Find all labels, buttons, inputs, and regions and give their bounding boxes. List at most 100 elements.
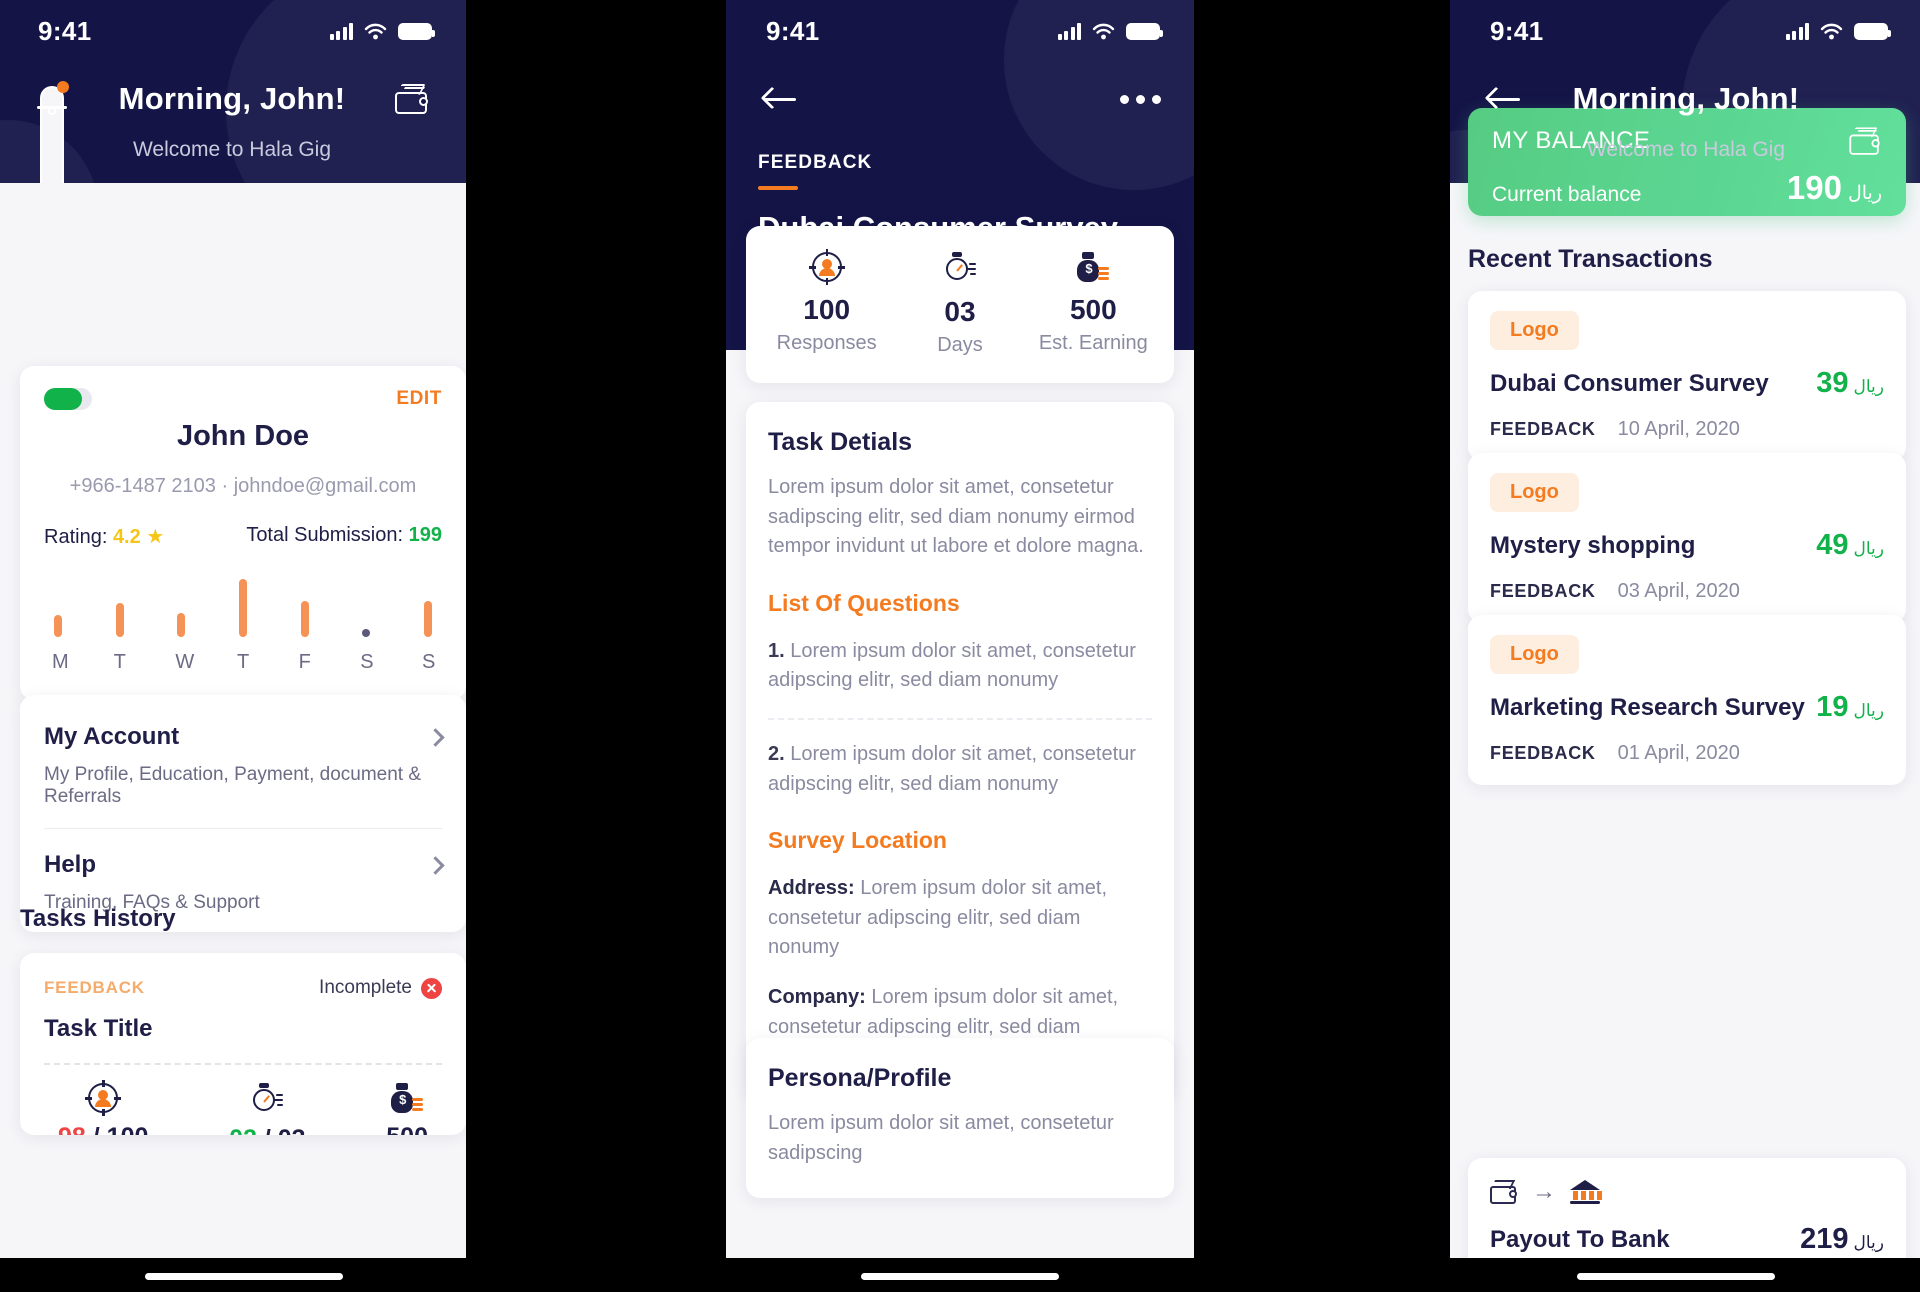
star-icon: ★ [146,526,165,548]
transaction-amount: 39 [1816,367,1849,399]
header-subtitle: Welcome to Hala Gig [132,138,332,161]
stat-days: 03 Days [893,252,1026,357]
task-details-heading: Task Detials [768,428,913,456]
more-options-icon[interactable] [1116,75,1164,123]
transaction-row[interactable]: Logo Marketing Research Survey 19 ريال F… [1468,615,1906,785]
wifi-icon [1820,23,1843,39]
sidebar-item-my-account[interactable]: My Account [44,701,445,751]
section-label: FEEDBACK [758,152,873,173]
status-bar: 9:41 [0,0,466,62]
status-text: Incomplete [319,977,412,998]
wallet-icon[interactable] [388,75,436,123]
stat-sep: / [93,1123,100,1135]
rating-block: Rating: 4.2 ★ [44,524,164,549]
battery-icon [1126,22,1163,40]
chart-bar [238,579,247,637]
currency-symbol: ريال [1853,377,1884,396]
question-number: 1. [768,639,785,662]
transaction-amount: 19 [1816,691,1849,723]
phone-mockup-dashboard: 9:41 Morning, John! Welcome to Hala Gig … [0,0,490,1292]
transaction-title: Dubai Consumer Survey [1490,369,1769,397]
submission-label: Total Submission: [246,524,404,546]
phone-mockup-task-detail: 9:41 FEEDBACK Dubai Consumer Survey 100 … [705,0,1215,1292]
persona-profile-card: Persona/Profile Lorem ipsum dolor sit am… [746,1038,1174,1199]
survey-title: Dubai Consumer Survey [758,210,1119,245]
company-label: Company: [768,985,866,1008]
current-balance-label: Current balance [1492,183,1642,206]
stat-value: 03 [944,296,976,327]
question-text: Lorem ipsum dolor sit amet, consetetur a… [768,742,1136,795]
transaction-category: FEEDBACK [1490,581,1596,601]
cellular-signal-icon [1785,22,1809,40]
screen-dashboard: 9:41 Morning, John! Welcome to Hala Gig … [0,0,466,1258]
balance-amount: 190 [1786,169,1842,206]
status-bar: 9:41 [1450,0,1920,62]
chart-x-label: W [175,651,195,673]
rating-label: Rating: [44,526,108,548]
chart-x-label: M [52,651,69,673]
address-row: Address: Lorem ipsum dolor sit amet, con… [768,874,1152,963]
submission-value: 199 [408,524,442,546]
edit-profile-button[interactable]: EDIT [396,388,442,410]
stat-sep: / [264,1125,271,1135]
transaction-row[interactable]: Logo Dubai Consumer Survey 39 ريال FEEDB… [1468,291,1906,461]
transaction-date: 03 April, 2020 [1617,580,1740,602]
task-details-paragraph: Lorem ipsum dolor sit amet, consetetur s… [768,476,1144,558]
task-stat-earning: $ 500 [386,1083,428,1135]
screen-wallet: 9:41 Morning, John! Welcome to Hala Gig … [1450,0,1920,1258]
stat-responses: 100 Responses [760,249,893,357]
task-stat-responses: 98 / 100 [58,1080,149,1135]
persona-heading: Persona/Profile [768,1064,952,1092]
home-indicator [145,1273,343,1280]
task-details-card: Task Detials Lorem ipsum dolor sit amet,… [746,402,1174,1100]
task-history-card[interactable]: FEEDBACK Incomplete Task Title $ [20,953,466,1135]
profile-contact: +966-1487 2103 · johndoe@gmail.com [69,475,417,497]
currency-symbol: ريال [1853,701,1884,720]
task-stat-days: 02 / 03 [229,1083,306,1135]
stat-current: 02 [229,1125,257,1135]
rating-value: 4.2 [112,526,141,548]
questions-heading: List Of Questions [768,589,960,616]
merchant-logo: Logo [1490,635,1579,674]
chart-x-axis-labels: MTWTFSS [44,651,442,674]
transaction-category: FEEDBACK [1490,419,1596,439]
timer-icon [251,1083,284,1115]
status-time: 9:41 [766,15,820,46]
persona-text: Lorem ipsum dolor sit amet, consetetur s… [768,1112,1114,1164]
chart-bar [300,601,309,637]
stat-value: 100 [803,294,851,325]
page-title: Morning, John! [1572,81,1800,116]
chart-bar [177,613,186,637]
stat-total: 100 [107,1123,149,1135]
transaction-title: Marketing Research Survey [1490,693,1805,721]
home-indicator [1577,1273,1775,1280]
stat-current: 98 [58,1123,86,1135]
screen-task-detail: 9:41 FEEDBACK Dubai Consumer Survey 100 … [726,0,1194,1258]
question-item: 1. Lorem ipsum dolor sit amet, consetetu… [768,637,1152,696]
payout-row[interactable]: → Payout To Bank 219 ريال 01 April, 2020 [1468,1158,1906,1258]
status-time: 9:41 [38,15,92,46]
back-arrow-icon[interactable] [1480,75,1528,123]
wifi-icon [364,23,387,39]
arrow-right-icon: → [1532,1178,1556,1205]
chart-x-label: T [113,651,126,673]
chart-x-label: T [236,651,250,673]
menu-title: Help [44,851,97,878]
payout-title: Payout To Bank [1490,1225,1670,1253]
notification-bell-icon[interactable] [28,75,76,183]
task-category-tag: FEEDBACK [44,978,145,997]
address-label: Address: [768,877,855,900]
chart-bar [115,603,124,637]
transaction-amount: 49 [1816,529,1849,561]
back-arrow-icon[interactable] [756,75,804,123]
transaction-row[interactable]: Logo Mystery shopping 49 ريال FEEDBACK 0… [1468,453,1906,623]
task-title: Task Title [44,1015,153,1042]
transaction-date: 01 April, 2020 [1617,742,1740,764]
target-icon [808,249,845,285]
availability-toggle[interactable] [44,388,92,410]
account-menu-card: My Account My Profile, Education, Paymen… [20,695,466,932]
chart-x-label: S [421,651,436,673]
task-detail-body: 100 Responses 03 Days $ 500 Est. Earning… [726,226,1194,1258]
sidebar-item-help[interactable]: Help [44,829,445,879]
wallet-icon [1490,1180,1518,1204]
